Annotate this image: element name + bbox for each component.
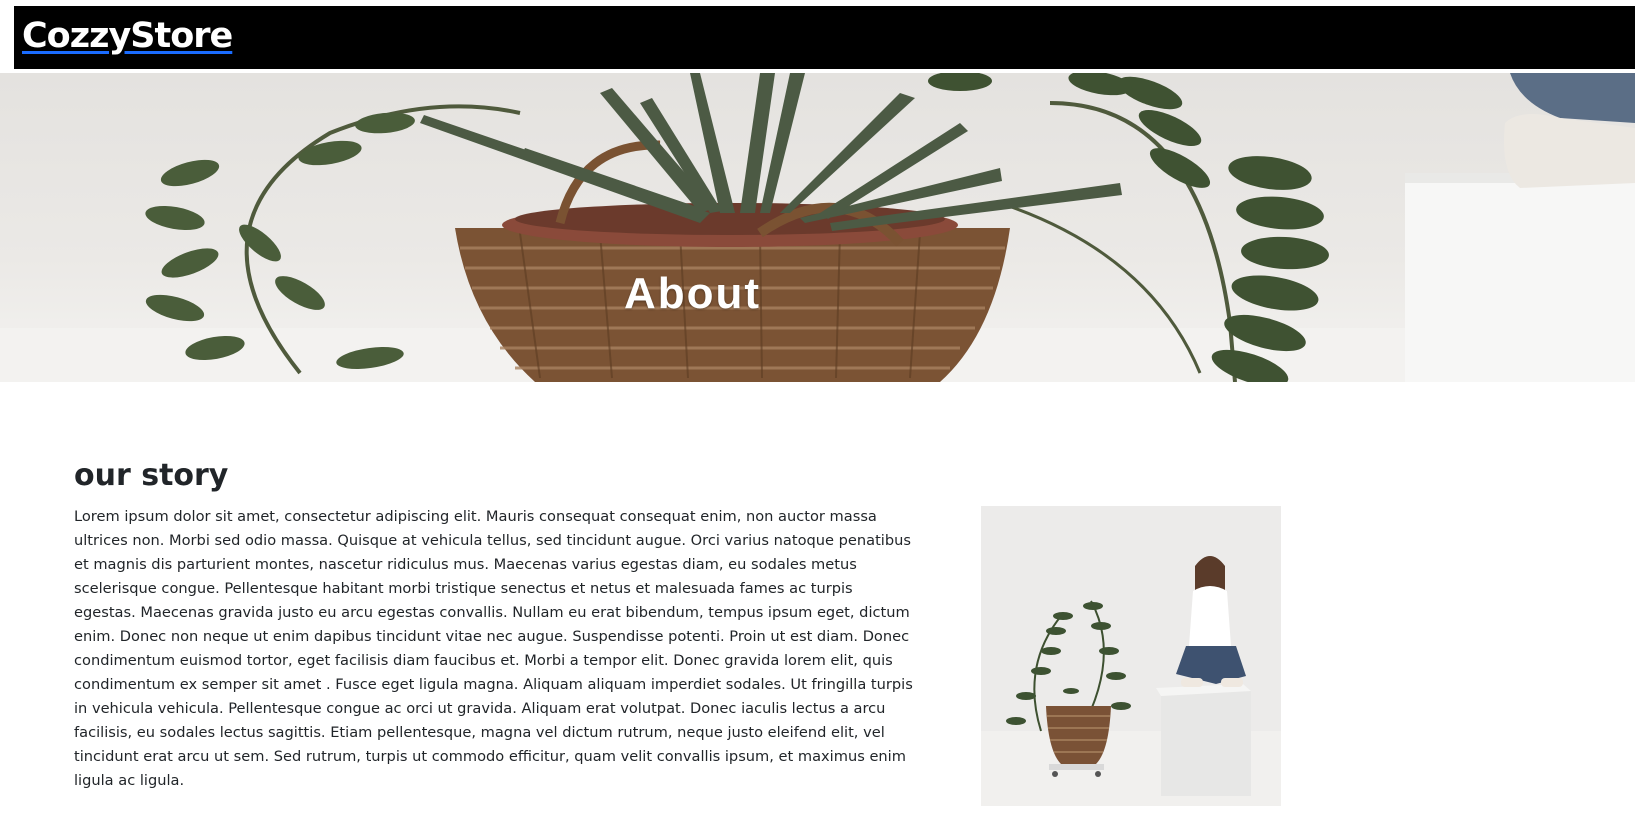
story-text: Lorem ipsum dolor sit amet, consectetur … <box>74 508 913 789</box>
hero-title: About <box>623 269 762 318</box>
brand-link[interactable]: CozzyStore <box>22 16 233 56</box>
navbar: CozzyStore <box>14 6 1635 69</box>
woman-with-plant-image <box>981 506 1281 806</box>
story-heading: our story <box>74 458 229 493</box>
story-image <box>981 506 1281 806</box>
hero-banner: About <box>0 73 1635 382</box>
hero-plant-image <box>0 73 1635 382</box>
